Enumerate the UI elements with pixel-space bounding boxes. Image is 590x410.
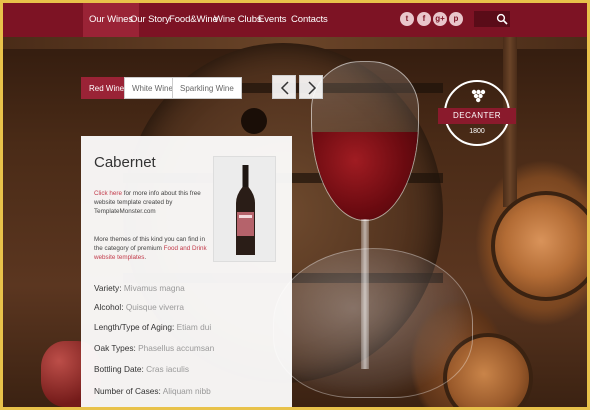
- spec-value: Cras iaculis: [146, 364, 190, 374]
- search-icon[interactable]: [496, 13, 508, 25]
- nav-contacts[interactable]: Contacts: [285, 3, 334, 37]
- spec-number-of-cases: Number of Cases: Aliquam nibb: [94, 386, 211, 396]
- google-plus-icon[interactable]: g+: [433, 12, 447, 26]
- page-frame: Our Wines Our Story Food&Wine Wine Clubs…: [3, 3, 587, 407]
- top-navigation: Our Wines Our Story Food&Wine Wine Clubs…: [3, 3, 587, 37]
- spec-aging: Length/Type of Aging: Etiam dui: [94, 322, 211, 332]
- chevron-left-icon: [280, 81, 289, 95]
- wine-title: Cabernet: [94, 154, 156, 171]
- spec-bottling-date: Bottling Date: Cras iaculis: [94, 364, 189, 374]
- wine-info-panel: Cabernet Click here for more info about …: [81, 136, 292, 407]
- badge-title: DECANTER: [438, 108, 516, 124]
- wine-bottle-icon: [236, 165, 255, 255]
- pinterest-icon[interactable]: p: [449, 12, 463, 26]
- spec-variety: Variety: Mivamus magna: [94, 283, 185, 293]
- info-paragraph-2: More themes of this kind you can find in…: [94, 235, 209, 262]
- spec-label: Variety:: [94, 283, 122, 293]
- decanter-image: [273, 248, 473, 398]
- decanter-badge: DECANTER 1800: [438, 80, 516, 146]
- spec-label: Oak Types:: [94, 343, 136, 353]
- info-text-2-end: .: [144, 254, 147, 261]
- tab-sparkling-wine[interactable]: Sparkling Wine: [172, 77, 242, 99]
- spec-label: Alcohol:: [94, 302, 124, 312]
- wine-bottle-image: [213, 156, 276, 262]
- grape-icon: [471, 89, 486, 103]
- spec-value: Quisque viverra: [125, 302, 184, 312]
- spec-value: Phasellus accumsan: [138, 343, 215, 353]
- spec-oak-types: Oak Types: Phasellus accumsan: [94, 343, 214, 353]
- badge-year: 1800: [469, 128, 485, 135]
- spec-alcohol: Alcohol: Quisque viverra: [94, 302, 184, 312]
- spec-value: Aliquam nibb: [162, 386, 211, 396]
- facebook-icon[interactable]: f: [417, 12, 431, 26]
- spec-label: Bottling Date:: [94, 364, 144, 374]
- chevron-right-icon: [308, 81, 317, 95]
- info-paragraph-1: Click here for more info about this free…: [94, 189, 209, 216]
- spec-label: Length/Type of Aging:: [94, 322, 175, 332]
- click-here-link[interactable]: Click here: [94, 190, 122, 197]
- next-arrow-button[interactable]: [299, 75, 323, 99]
- spec-value: Mivamus magna: [123, 283, 185, 293]
- twitter-icon[interactable]: t: [400, 12, 414, 26]
- prev-arrow-button[interactable]: [272, 75, 296, 99]
- spec-value: Etiam dui: [176, 322, 212, 332]
- spec-label: Number of Cases:: [94, 386, 161, 396]
